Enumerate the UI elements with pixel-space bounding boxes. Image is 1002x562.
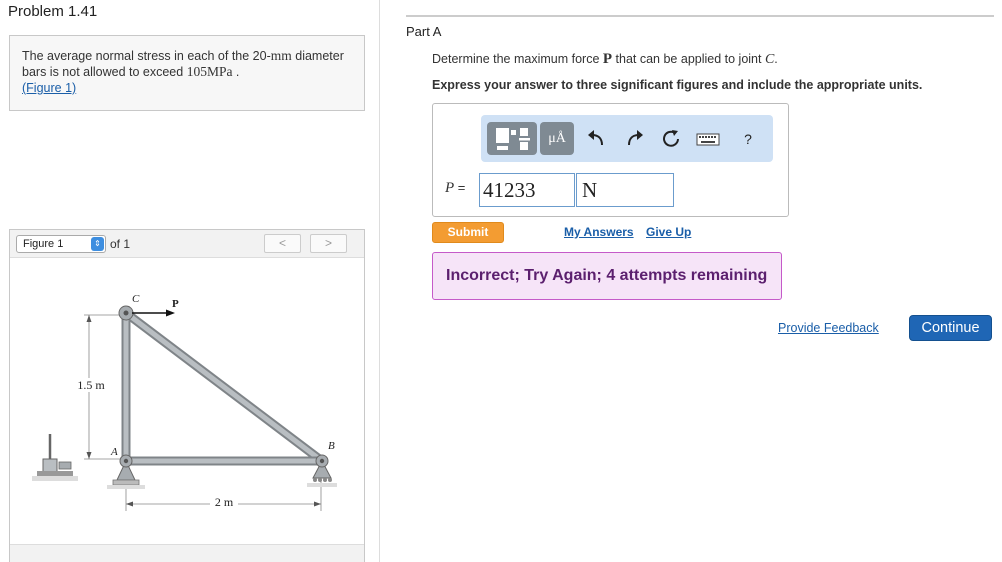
next-figure-button[interactable]: > xyxy=(310,234,347,253)
joint-b-label: B xyxy=(328,440,335,452)
truss-bars xyxy=(121,308,327,466)
stress-value: 105MPa xyxy=(186,64,233,79)
answer-unit-input[interactable]: N xyxy=(576,173,674,207)
figure-panel: Figure 1 ⇕ of 1 < > 1.5 m 2 m C P A B xyxy=(9,229,365,562)
my-answers-link[interactable]: My Answers xyxy=(564,225,634,239)
help-button[interactable]: ? xyxy=(736,127,760,151)
figure-link[interactable]: (Figure 1) xyxy=(22,81,76,95)
question-text-segment: Determine the maximum force xyxy=(432,52,603,66)
problem-statement: The average normal stress in each of the… xyxy=(9,35,365,111)
divider xyxy=(406,15,994,17)
templates-icon xyxy=(496,128,530,150)
instructions: Express your answer to three significant… xyxy=(432,78,923,92)
width-dimension-label: 2 m xyxy=(215,495,234,509)
height-dimension: 1.5 m xyxy=(72,314,120,460)
reset-icon[interactable] xyxy=(659,127,683,151)
answer-box: μÅ ? P = 41233 N xyxy=(432,103,789,217)
figure-select-value: Figure 1 xyxy=(23,238,64,250)
problem-text: The average normal stress in each of the… xyxy=(22,49,271,63)
feedback-message: Incorrect; Try Again; 4 attempts remaini… xyxy=(432,252,782,300)
provide-feedback-link[interactable]: Provide Feedback xyxy=(778,321,879,335)
figure-toolbar: Figure 1 ⇕ of 1 < > xyxy=(10,230,364,258)
figure-footer xyxy=(10,544,364,562)
submit-button[interactable]: Submit xyxy=(432,222,504,243)
truss-diagram: 1.5 m 2 m C P A B xyxy=(32,293,337,511)
figure-count: of 1 xyxy=(110,237,131,251)
force-symbol: P xyxy=(602,51,613,67)
answer-variable: P xyxy=(445,180,455,196)
joint-c-label: C xyxy=(132,293,140,305)
coordinate-symbol xyxy=(32,434,78,481)
question-text-segment: . xyxy=(774,52,778,66)
question-text: Determine the maximum force P that can b… xyxy=(432,51,778,68)
figure-select[interactable]: Figure 1 ⇕ xyxy=(16,235,106,253)
answer-panel: Part A Determine the maximum force P tha… xyxy=(380,0,1002,562)
width-dimension: 2 m xyxy=(125,472,322,511)
joint-symbol: C xyxy=(764,52,775,67)
joint-a-label: A xyxy=(110,446,118,458)
unit-mm: mm xyxy=(270,48,292,63)
problem-text: . xyxy=(232,65,240,79)
undo-icon[interactable] xyxy=(585,127,609,151)
prev-figure-button[interactable]: < xyxy=(264,234,301,253)
units-button[interactable]: μÅ xyxy=(540,122,574,155)
answer-label: P = xyxy=(445,180,465,197)
problem-panel: Problem 1.41 The average normal stress i… xyxy=(0,0,380,562)
force-p-label: P xyxy=(172,298,179,310)
give-up-link[interactable]: Give Up xyxy=(646,225,691,239)
templates-button[interactable] xyxy=(487,122,537,155)
part-title: Part A xyxy=(406,24,442,39)
problem-title: Problem 1.41 xyxy=(8,3,98,20)
force-p-arrow xyxy=(132,309,175,317)
answer-value-input[interactable]: 41233 xyxy=(479,173,575,207)
continue-button[interactable]: Continue xyxy=(909,315,992,341)
redo-icon[interactable] xyxy=(622,127,646,151)
select-arrows-icon: ⇕ xyxy=(91,237,104,251)
equation-toolbar: μÅ ? xyxy=(481,115,773,162)
answer-equals: = xyxy=(454,180,466,195)
height-dimension-label: 1.5 m xyxy=(77,378,105,392)
joint-c xyxy=(118,305,134,321)
keyboard-icon[interactable] xyxy=(696,127,720,151)
question-text-segment: that can be applied to joint xyxy=(612,52,765,66)
